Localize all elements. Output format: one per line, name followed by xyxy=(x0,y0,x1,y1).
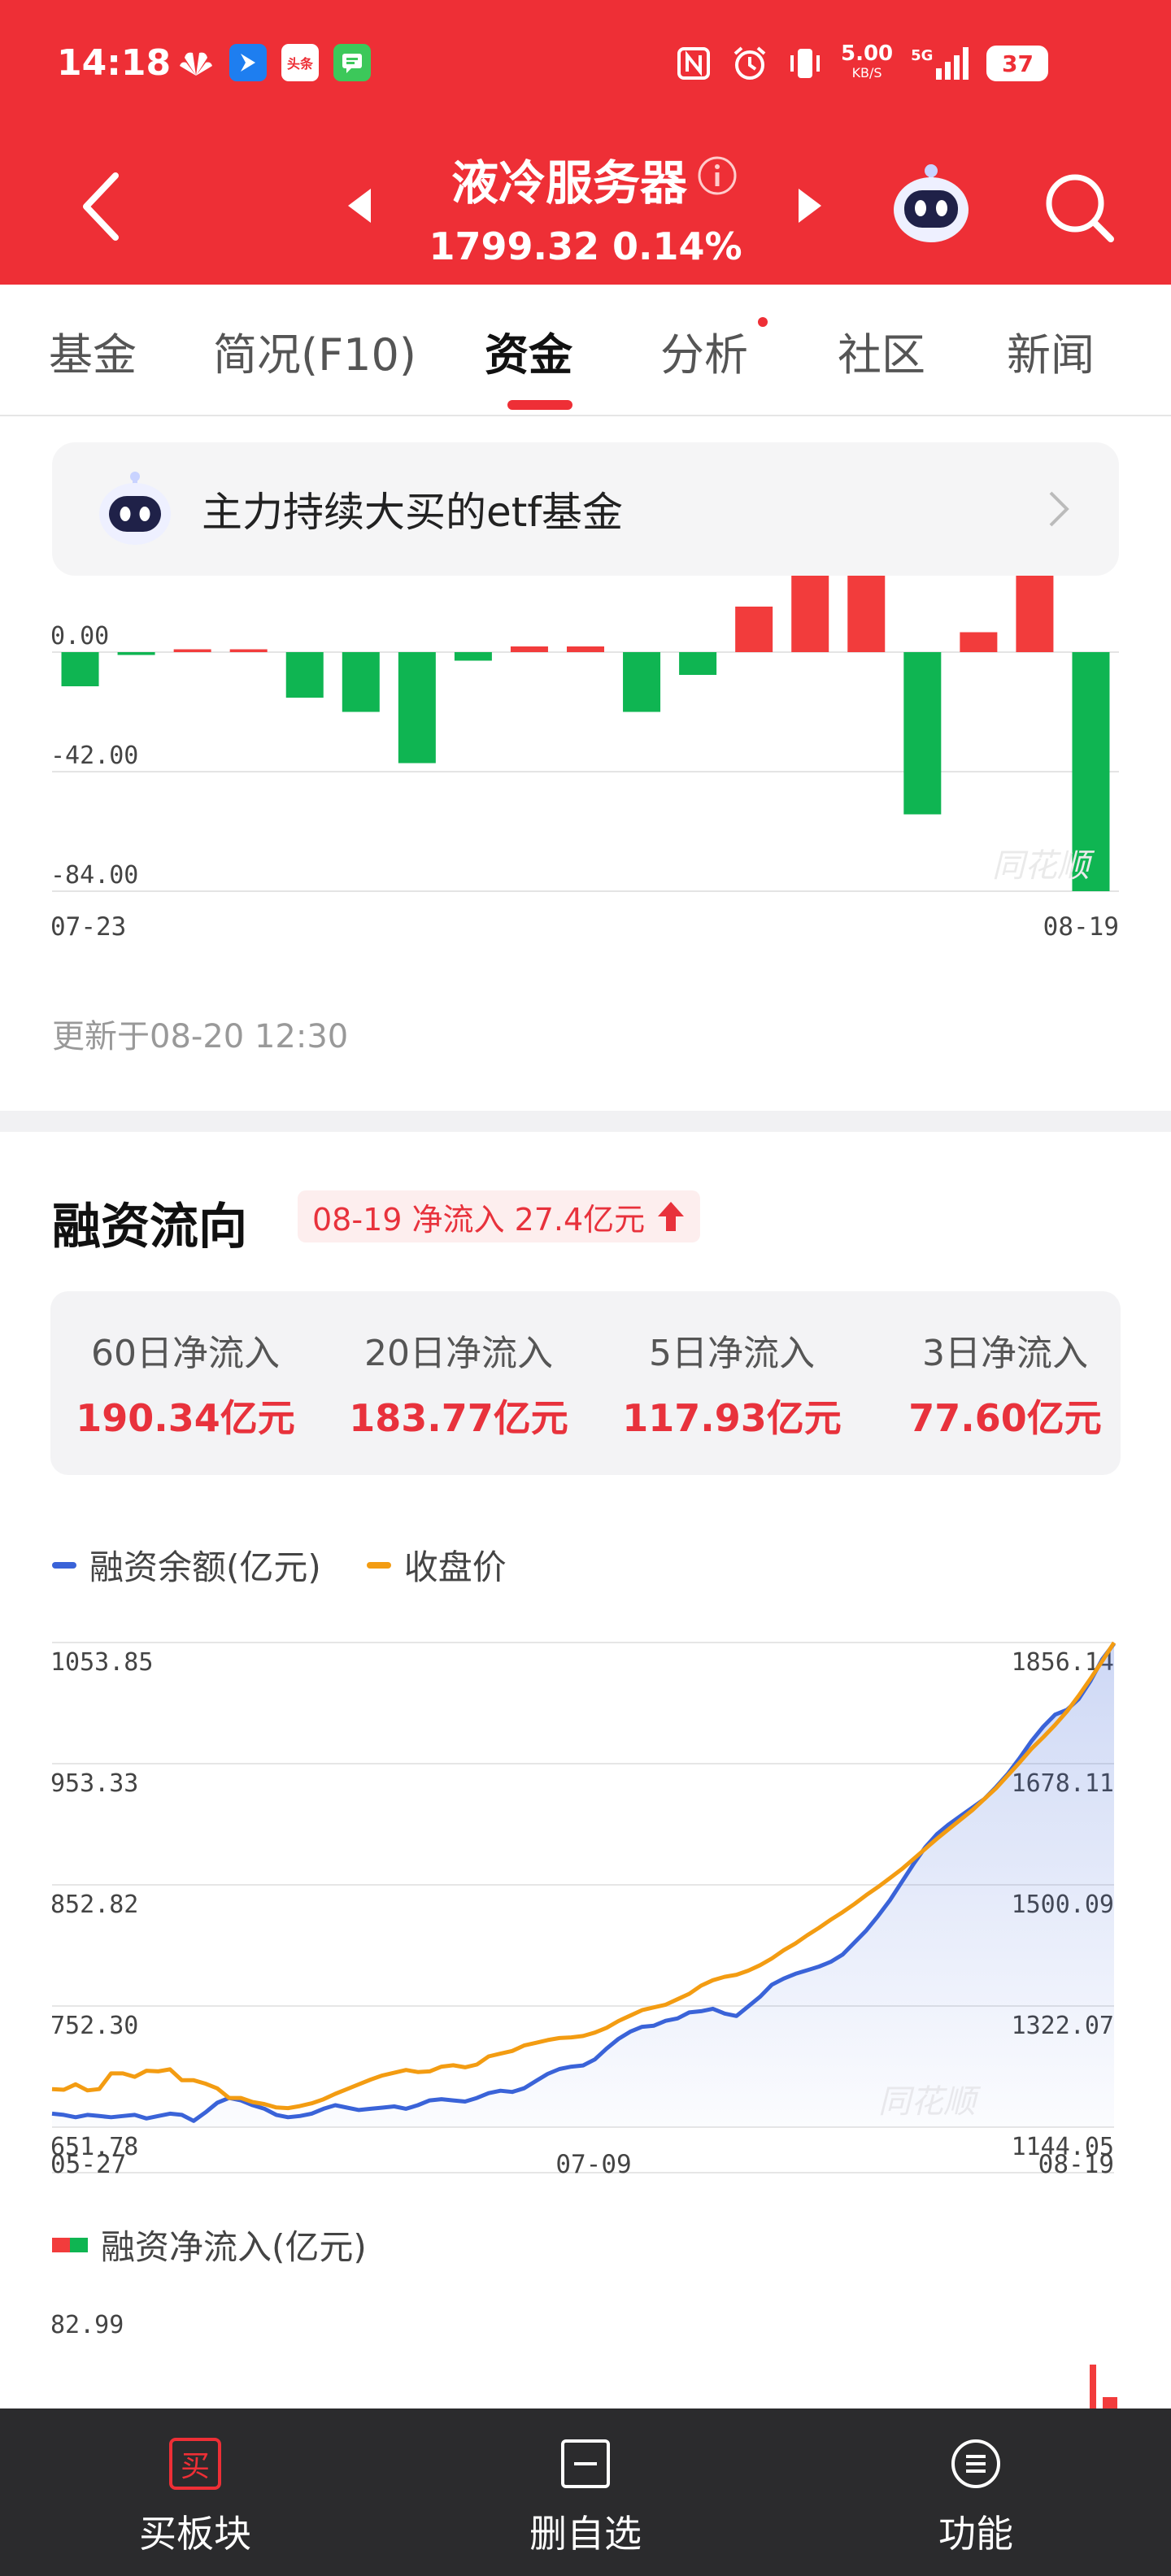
stat-5d: 5日净流入 117.93亿元 xyxy=(622,1333,842,1440)
nfc-icon xyxy=(677,47,710,80)
flow-bar xyxy=(847,569,886,652)
flow-bar xyxy=(679,652,717,675)
watermark-logo: 同花顺 xyxy=(878,2083,982,2121)
tab-fund[interactable]: 基金 xyxy=(49,319,137,383)
page-title: 液冷服务器 xyxy=(451,155,687,211)
app-header: 14:18 头条 5.00 KB/S 5G 37 液冷服务器 1799.32 0. xyxy=(0,0,1171,285)
signal-icon: 5G xyxy=(911,47,969,80)
next-sector-icon[interactable] xyxy=(795,187,825,224)
battery-indicator: 37 xyxy=(986,46,1049,81)
flow-bar xyxy=(229,649,268,652)
flow-bar xyxy=(791,569,829,652)
bar-y-tick: 0.00 xyxy=(50,622,109,651)
ai-robot-icon xyxy=(99,472,171,545)
bar-x-start-label: 07-23 xyxy=(50,912,126,942)
left-y-tick: 953.33 xyxy=(50,1769,138,1798)
buy-sector-button[interactable]: 买 买板块 xyxy=(65,2408,325,2576)
banner-text: 主力持续大买的etf基金 xyxy=(202,489,623,536)
functions-button[interactable]: 功能 xyxy=(846,2408,1106,2576)
flow-bar xyxy=(117,652,155,655)
bar-y-tick: -84.00 xyxy=(50,861,138,890)
bar-y-tick: -42.00 xyxy=(50,742,138,770)
bottom-action-bar: 买 买板块 删自选 功能 xyxy=(0,2408,1171,2576)
net-inflow-bar-partial-2 xyxy=(1103,2397,1117,2408)
legend-swatch-close xyxy=(366,1561,391,1569)
flow-bar xyxy=(173,649,211,652)
watermark-logo: 同花顺 xyxy=(992,847,1095,885)
net-inflow-bar-partial xyxy=(1090,2365,1096,2408)
bar-x-end-label: 08-19 xyxy=(1043,912,1119,942)
alarm-icon xyxy=(734,46,766,80)
status-time: 14:18 xyxy=(57,42,172,84)
flow-bar xyxy=(960,632,998,652)
huawei-app-icon xyxy=(177,44,215,81)
info-icon[interactable] xyxy=(696,154,738,197)
tab-bar: 基金 简况(F10) 资金 分析 社区 新闻 xyxy=(0,285,1171,416)
line-x-label: 05-27 xyxy=(50,2150,126,2179)
flow-bar xyxy=(510,646,548,652)
legend-swatch-balance xyxy=(52,1561,76,1569)
net-inflow-top-tick: 82.99 xyxy=(50,2311,124,2339)
legend-balance: 融资余额(亿元) xyxy=(89,1547,321,1587)
tab-capital[interactable]: 资金 xyxy=(485,319,572,383)
flow-bar xyxy=(623,652,661,712)
daily-net-inflow-tag: 08-19 净流入 27.4亿元 xyxy=(298,1190,701,1242)
toutiao-app-icon: 头条 xyxy=(281,44,319,81)
search-icon[interactable] xyxy=(1043,171,1117,246)
flow-bar xyxy=(1016,569,1054,652)
legend-swatch-net-inflow xyxy=(52,2237,88,2252)
flow-bar xyxy=(342,652,380,712)
network-speed: 5.00 KB/S xyxy=(841,41,894,80)
stat-60d: 60日净流入 190.34亿元 xyxy=(76,1333,295,1440)
flow-bar xyxy=(903,652,942,815)
section-divider xyxy=(0,1111,1171,1132)
tab-news[interactable]: 新闻 xyxy=(1007,319,1095,383)
legend-close: 收盘价 xyxy=(403,1547,507,1587)
left-y-tick: 752.30 xyxy=(50,2012,138,2040)
flow-bar xyxy=(567,646,604,652)
ai-assistant-icon[interactable] xyxy=(886,159,976,249)
active-tab-indicator xyxy=(507,400,572,410)
tab-analysis[interactable]: 分析 xyxy=(660,319,748,383)
menu-icon xyxy=(951,2439,1000,2488)
tab-profile-f10[interactable]: 简况(F10) xyxy=(213,319,416,383)
line-x-label: 08-19 xyxy=(1038,2150,1114,2179)
capital-flow-bar-chart: 0.00 -42.00 -84.00 同花顺 07-23 08-19 xyxy=(50,569,1119,942)
system-status-icons: 5.00 KB/S 5G 37 xyxy=(675,39,1049,88)
vibrate-icon xyxy=(790,49,820,78)
ai-recommendation-banner[interactable]: 主力持续大买的etf基金 xyxy=(52,442,1119,576)
message-app-icon xyxy=(333,44,371,81)
stat-20d: 20日净流入 183.77亿元 xyxy=(349,1333,568,1440)
arrow-up-icon xyxy=(658,1202,685,1231)
chevron-right-icon xyxy=(1049,491,1069,527)
financing-balance-line-chart: 1053.851856.14953.331678.11852.821500.09… xyxy=(50,1641,1117,2179)
net-inflow-stats: 60日净流入 190.34亿元 20日净流入 183.77亿元 5日净流入 11… xyxy=(50,1291,1121,1475)
flow-bar xyxy=(285,652,324,698)
net-inflow-legend: 融资净流入(亿元) xyxy=(52,2220,367,2269)
price-change: 1799.32 0.14% xyxy=(429,224,742,268)
remove-watchlist-icon xyxy=(561,2439,610,2488)
flow-bar xyxy=(61,652,99,686)
feishu-app-icon xyxy=(229,44,267,81)
line-x-label: 07-09 xyxy=(555,2150,631,2179)
daily-net-inflow-text: 08-19 净流入 27.4亿元 xyxy=(312,1201,646,1238)
line-chart-legend: 融资余额(亿元) 收盘价 xyxy=(52,1540,507,1590)
update-time: 更新于08-20 12:30 xyxy=(52,1018,349,1055)
flow-bar xyxy=(735,607,773,652)
left-y-tick: 1053.85 xyxy=(50,1648,153,1677)
notification-icons: 头条 xyxy=(177,44,371,81)
left-y-tick: 852.82 xyxy=(50,1891,138,1919)
remove-watchlist-button[interactable]: 删自选 xyxy=(455,2408,716,2576)
buy-icon: 买 xyxy=(169,2438,221,2490)
flow-bar xyxy=(398,652,436,764)
tab-community[interactable]: 社区 xyxy=(838,319,925,383)
flow-bar xyxy=(454,652,492,661)
tab-analysis-dot xyxy=(758,317,768,327)
financing-section-title: 融资流向 xyxy=(52,1199,247,1255)
stat-3d: 3日净流入 77.60亿元 xyxy=(908,1333,1102,1440)
